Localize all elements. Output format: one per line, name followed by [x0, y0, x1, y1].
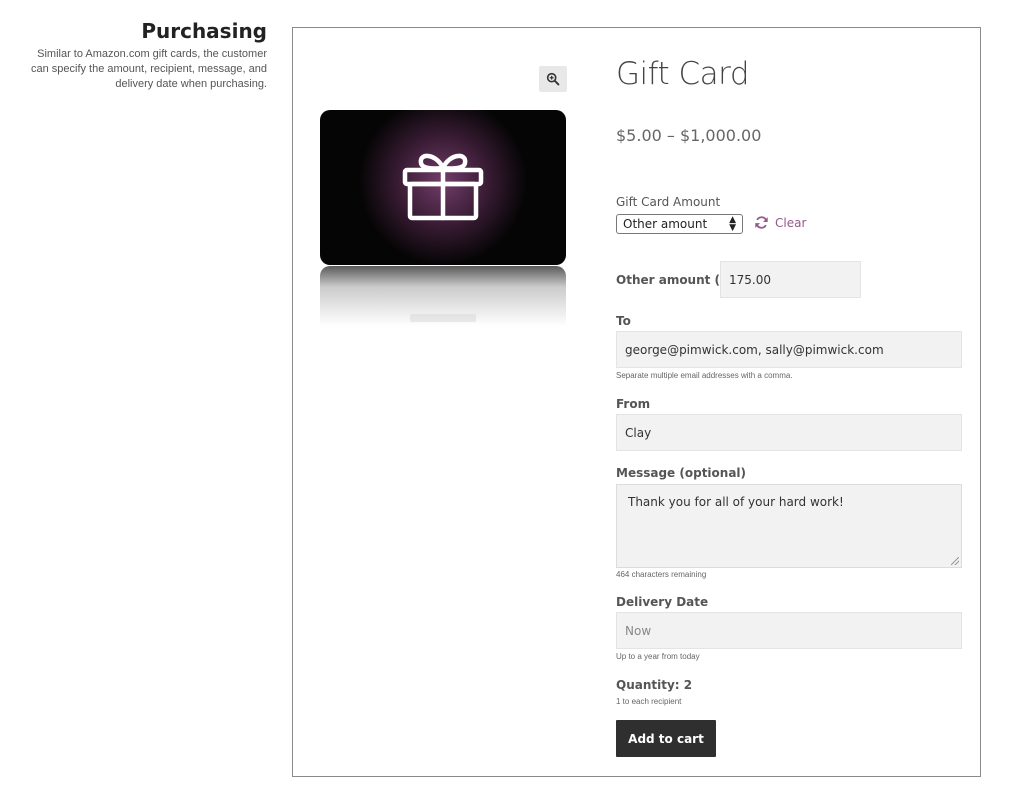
- message-label: Message (optional): [616, 466, 747, 480]
- product-price: $5.00 – $1,000.00: [616, 126, 762, 145]
- from-input[interactable]: Clay: [616, 414, 962, 451]
- delivery-date-label: Delivery Date: [616, 595, 709, 609]
- other-amount-label: Other amount ($): [616, 273, 734, 287]
- zoom-button[interactable]: [539, 66, 567, 92]
- product-screenshot-frame: Gift Card $5.00 – $1,000.00 Gift Card Am…: [292, 27, 981, 777]
- quantity-label: Quantity: 2: [616, 678, 693, 692]
- gift-card-amount-label: Gift Card Amount: [616, 195, 721, 209]
- message-text: Thank you for all of your hard work!: [628, 495, 844, 509]
- to-hint: Separate multiple email addresses with a…: [616, 371, 793, 380]
- refresh-icon: [755, 216, 768, 229]
- delivery-date-input[interactable]: Now: [616, 612, 962, 649]
- resize-handle-icon[interactable]: [951, 557, 959, 565]
- clear-link[interactable]: Clear: [754, 215, 806, 230]
- section-info: Purchasing Similar to Amazon.com gift ca…: [20, 18, 267, 92]
- to-label: To: [616, 314, 631, 328]
- section-title: Purchasing: [141, 19, 267, 43]
- clear-label: Clear: [775, 215, 807, 230]
- amount-selected-value: Other amount: [623, 217, 708, 231]
- message-hint: 464 characters remaining: [616, 570, 707, 579]
- add-to-cart-button[interactable]: Add to cart: [616, 720, 716, 757]
- gift-icon: [402, 153, 484, 221]
- gift-card-amount-select[interactable]: Other amount ▲ ▼: [616, 214, 743, 234]
- product-title: Gift Card: [616, 56, 750, 92]
- section-description: Similar to Amazon.com gift cards, the cu…: [30, 48, 267, 90]
- quantity-hint: 1 to each recipient: [616, 697, 682, 706]
- select-arrows-icon: ▲ ▼: [729, 215, 736, 233]
- delivery-date-hint: Up to a year from today: [616, 652, 700, 661]
- gift-card-reflection: [320, 266, 566, 326]
- from-label: From: [616, 397, 651, 411]
- message-textarea[interactable]: Thank you for all of your hard work!: [616, 484, 962, 568]
- other-amount-input[interactable]: 175.00: [720, 261, 861, 298]
- zoom-in-icon: [546, 72, 560, 86]
- to-input[interactable]: george@pimwick.com, sally@pimwick.com: [616, 331, 962, 368]
- gift-card-image[interactable]: [320, 110, 566, 265]
